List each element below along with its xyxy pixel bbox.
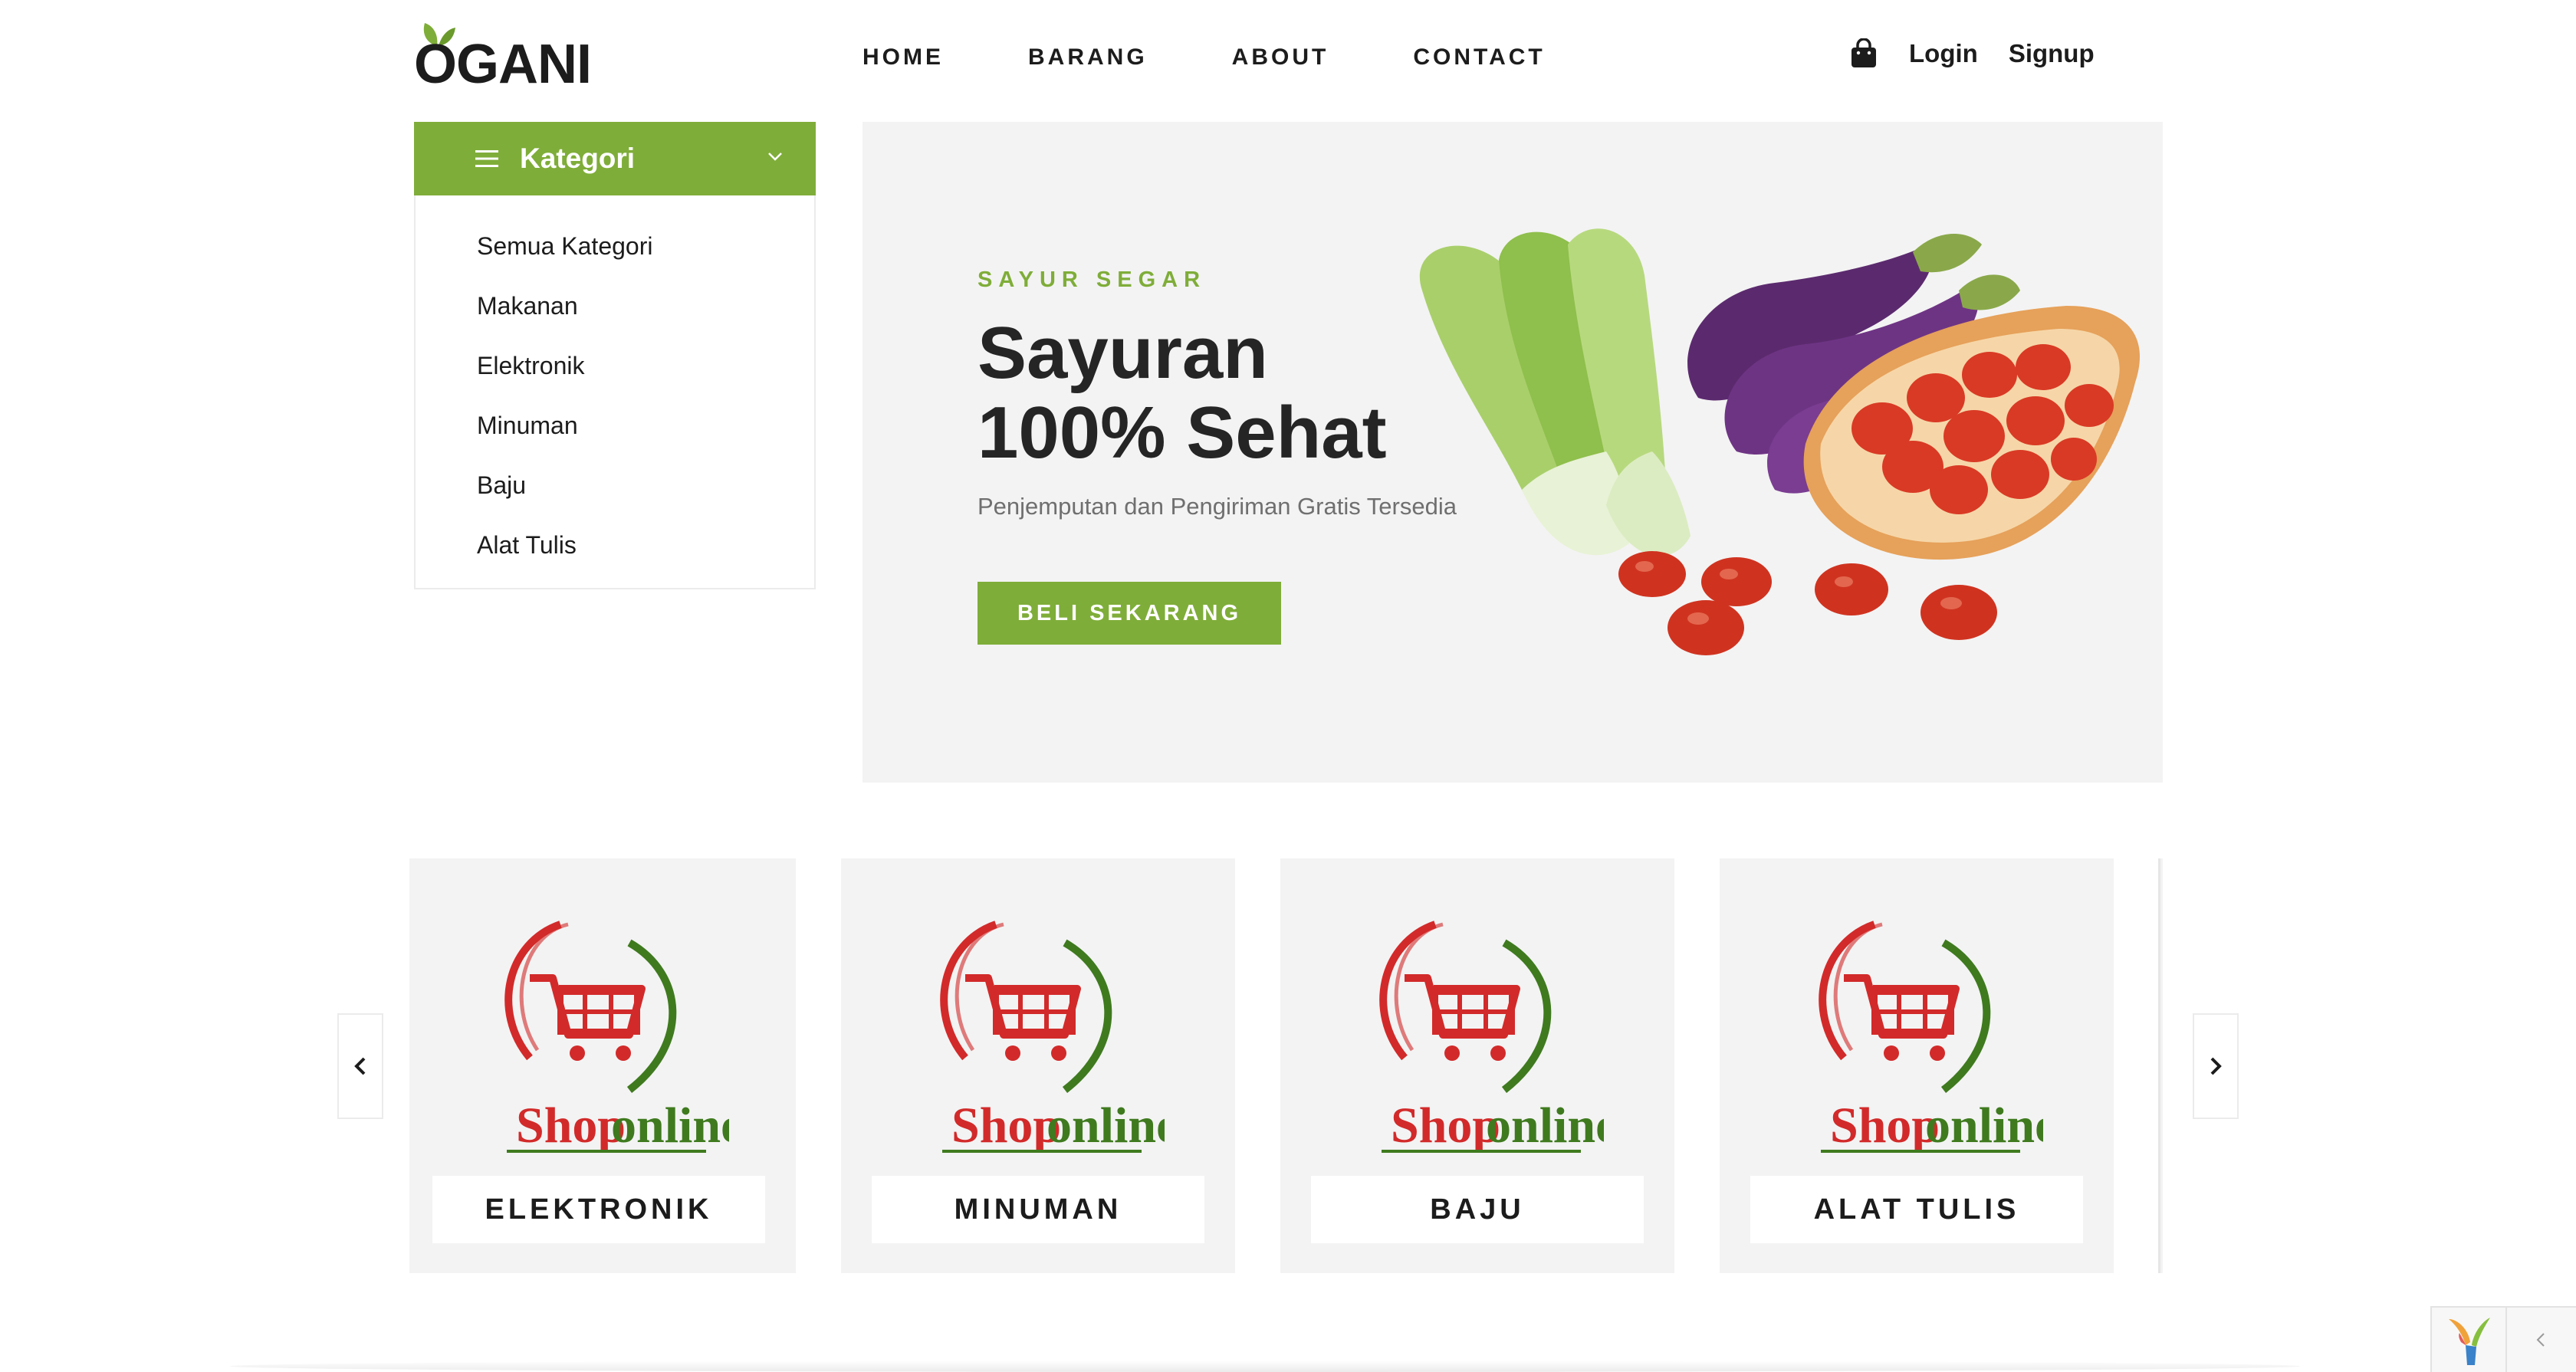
category-card-minuman[interactable]: Shop online MINUMAN [841, 858, 1235, 1273]
cart-icon [965, 974, 1081, 1061]
category-label-box: ALAT TULIS [1750, 1176, 2083, 1243]
kategori-item-semua[interactable]: Semua Kategori [416, 223, 814, 283]
shop-online-logo: Shop online [940, 921, 1165, 1154]
kategori-item-baju[interactable]: Baju [416, 462, 814, 522]
cart-icon [1405, 974, 1520, 1061]
logo-text-online: online [611, 1098, 729, 1154]
category-card-baju[interactable]: Shop online BAJU [1280, 858, 1674, 1273]
brand-name: OGANI [414, 34, 592, 95]
buy-now-button[interactable]: BELI SEKARANG [978, 582, 1281, 645]
hero-kicker: SAYUR SEGAR [978, 268, 1207, 292]
header-actions: Login Signup [1849, 38, 2125, 69]
cart-icon [530, 974, 646, 1061]
footer-shadow [230, 1361, 2300, 1372]
signup-link[interactable]: Signup [2009, 39, 2095, 68]
chevron-left-icon[interactable] [2535, 1331, 2547, 1348]
logo-text-shop: Shop [516, 1098, 626, 1154]
nav-barang[interactable]: BARANG [1028, 44, 1148, 71]
shop-online-logo: Shop online [504, 921, 729, 1154]
kategori-list: Semua Kategori Makanan Elektronik Minuma… [414, 195, 816, 589]
kategori-item-minuman[interactable]: Minuman [416, 402, 814, 462]
login-link[interactable]: Login [1909, 39, 1978, 68]
main-nav: HOME BARANG ABOUT CONTACT [863, 44, 1630, 71]
kategori-sidebar: Kategori Semua Kategori Makanan Elektron… [414, 122, 816, 589]
menu-icon [475, 150, 498, 167]
nav-home[interactable]: HOME [863, 44, 944, 71]
category-label-box: ELEKTRONIK [432, 1176, 765, 1243]
brand-logo[interactable]: OGANI [414, 20, 598, 95]
kategori-title: Kategori [520, 143, 636, 174]
category-label: BAJU [1430, 1193, 1525, 1226]
category-label-box: MINUMAN [872, 1176, 1204, 1243]
vegetables-image [1419, 228, 2140, 655]
kategori-item-alat-tulis[interactable]: Alat Tulis [416, 522, 814, 582]
toolbar-separator [2505, 1307, 2507, 1372]
logo-text-shop: Shop [951, 1098, 1061, 1154]
category-card-partial [2158, 858, 2163, 1273]
logo-text-shop: Shop [1830, 1098, 1940, 1154]
category-label: ALAT TULIS [1813, 1193, 2020, 1226]
chevron-down-icon [768, 153, 782, 161]
category-label-box: BAJU [1311, 1176, 1644, 1243]
cart-icon [1844, 974, 1960, 1061]
carousel-next-button[interactable] [2193, 1013, 2239, 1119]
kategori-toggle[interactable]: Kategori [414, 122, 816, 195]
logo-text-online: online [1046, 1098, 1165, 1154]
debug-toolbar[interactable] [2430, 1306, 2576, 1372]
hero-banner: SAYUR SEGAR Sayuran 100% Sehat Penjemput… [863, 122, 2163, 783]
chevron-right-icon [2210, 1057, 2222, 1075]
nav-contact[interactable]: CONTACT [1413, 44, 1545, 71]
category-card-elektronik[interactable]: Shop online ELEKTRONIK [409, 858, 796, 1273]
logo-text-online: online [1486, 1098, 1604, 1154]
shop-online-logo: Shop online [1379, 921, 1604, 1154]
shop-online-logo: Shop online [1819, 921, 2043, 1154]
nav-about[interactable]: ABOUT [1232, 44, 1329, 71]
logo-text-shop: Shop [1391, 1098, 1500, 1154]
shopping-bag-icon[interactable] [1849, 38, 1878, 69]
category-card-alat-tulis[interactable]: Shop online ALAT TULIS [1720, 858, 2114, 1273]
carousel-prev-button[interactable] [337, 1013, 383, 1119]
category-label: ELEKTRONIK [485, 1193, 713, 1226]
logo-text-online: online [1925, 1098, 2043, 1154]
yii-logo-icon[interactable] [2443, 1311, 2496, 1368]
kategori-item-makanan[interactable]: Makanan [416, 283, 814, 343]
kategori-item-elektronik[interactable]: Elektronik [416, 343, 814, 402]
category-label: MINUMAN [954, 1193, 1122, 1226]
chevron-left-icon [354, 1057, 366, 1075]
